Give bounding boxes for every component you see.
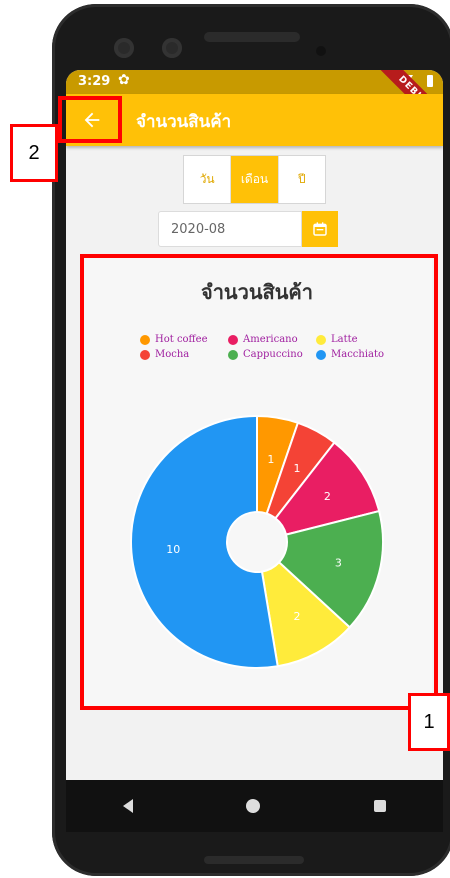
proximity-sensor <box>316 46 326 56</box>
tab-day[interactable]: วัน <box>184 156 230 203</box>
camera-icon <box>162 38 182 58</box>
calendar-button[interactable] <box>302 211 338 247</box>
app-bar: จำนวนสินค้า <box>66 94 443 146</box>
date-field[interactable]: 2020-08 <box>158 211 302 247</box>
speaker-grille <box>204 32 300 42</box>
battery-icon <box>427 75 433 87</box>
bottom-speaker <box>204 856 304 864</box>
bottom-area <box>66 710 443 780</box>
android-nav-bar <box>66 780 443 832</box>
annotation-label-2: 2 <box>10 124 58 182</box>
page-title: จำนวนสินค้า <box>136 112 232 132</box>
nav-recents-icon[interactable] <box>374 800 387 812</box>
highlight-box-chart <box>80 254 438 710</box>
nav-home-icon[interactable] <box>246 799 261 813</box>
nav-back-icon[interactable] <box>122 799 133 813</box>
tab-year[interactable]: ปี <box>277 156 325 203</box>
camera-icon <box>114 38 134 58</box>
tab-month[interactable]: เดือน <box>230 156 278 203</box>
phone-top-bezel <box>52 4 450 72</box>
gear-icon: ✿ <box>118 72 130 88</box>
highlight-box-back <box>58 96 122 143</box>
period-selector: วัน เดือน ปี <box>183 155 326 204</box>
status-time: 3:29 <box>78 74 111 89</box>
status-bar: 3:29 ✿ DEBUG <box>66 70 443 137</box>
calendar-icon <box>313 222 327 236</box>
annotation-label-1: 1 <box>408 693 450 751</box>
